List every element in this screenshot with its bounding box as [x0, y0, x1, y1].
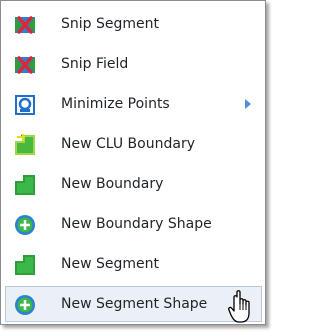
menu-item-new-boundary[interactable]: New Boundary	[5, 166, 262, 202]
snip-field-icon	[15, 56, 35, 74]
menu-item-minimize-points[interactable]: Minimize Points	[5, 86, 262, 122]
snip-segment-icon	[15, 16, 35, 34]
menu-item-label: New Boundary	[61, 176, 164, 192]
menu-item-snip-segment[interactable]: Snip Segment	[5, 6, 262, 42]
new-segment-shape-icon	[15, 295, 35, 315]
context-menu: Snip Segment Snip Field Minimize Points …	[0, 0, 266, 325]
new-segment-icon	[15, 255, 35, 275]
menu-item-new-segment[interactable]: New Segment	[5, 246, 262, 282]
menu-item-label: Snip Field	[61, 56, 129, 72]
hand-cursor-icon	[228, 290, 250, 323]
new-boundary-shape-icon	[15, 215, 35, 235]
minimize-points-icon	[15, 95, 35, 115]
menu-item-label: New Segment	[61, 256, 159, 272]
menu-item-label: New Boundary Shape	[61, 216, 212, 232]
menu-item-label: New CLU Boundary	[61, 136, 195, 152]
menu-item-label: Minimize Points	[61, 96, 170, 112]
new-boundary-icon	[15, 175, 35, 195]
menu-item-label: Snip Segment	[61, 16, 159, 32]
menu-item-new-clu-boundary[interactable]: New CLU Boundary	[5, 126, 262, 162]
menu-item-label: New Segment Shape	[61, 296, 208, 312]
new-clu-boundary-icon	[15, 134, 35, 155]
menu-item-snip-field[interactable]: Snip Field	[5, 46, 262, 82]
menu-item-new-segment-shape[interactable]: New Segment Shape	[5, 286, 262, 322]
submenu-arrow-icon	[245, 99, 251, 109]
menu-item-new-boundary-shape[interactable]: New Boundary Shape	[5, 206, 262, 242]
